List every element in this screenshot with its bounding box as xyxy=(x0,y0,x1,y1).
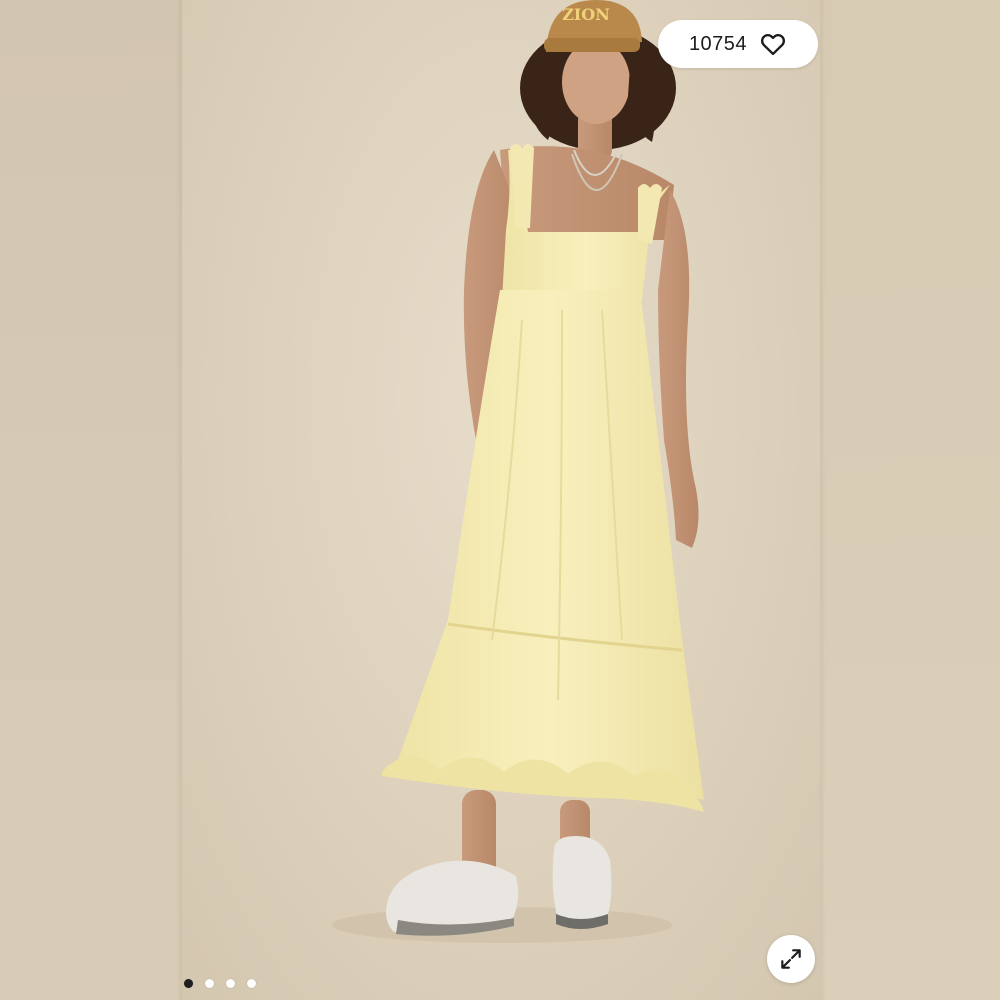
product-image-viewer: ZION 10754 xyxy=(0,0,1000,1000)
expand-icon xyxy=(781,949,801,969)
like-count: 10754 xyxy=(688,32,748,55)
heart-icon xyxy=(761,33,786,56)
left-edge-shadow xyxy=(176,0,182,1000)
expand-image-button[interactable] xyxy=(767,935,815,983)
blurred-left-panel xyxy=(0,0,182,1000)
carousel-dot[interactable] xyxy=(226,979,235,988)
right-edge-shadow xyxy=(820,0,826,1000)
carousel-dot[interactable] xyxy=(205,979,214,988)
carousel-dot[interactable] xyxy=(247,979,256,988)
like-button[interactable]: 10754 xyxy=(658,20,818,68)
carousel-dot[interactable] xyxy=(184,979,193,988)
model-illustration: ZION xyxy=(332,0,704,943)
product-photo[interactable]: ZION xyxy=(182,0,820,1000)
carousel-pagination xyxy=(184,979,256,988)
blurred-right-panel xyxy=(820,0,1000,1000)
cap-logo-text: ZION xyxy=(562,5,610,24)
